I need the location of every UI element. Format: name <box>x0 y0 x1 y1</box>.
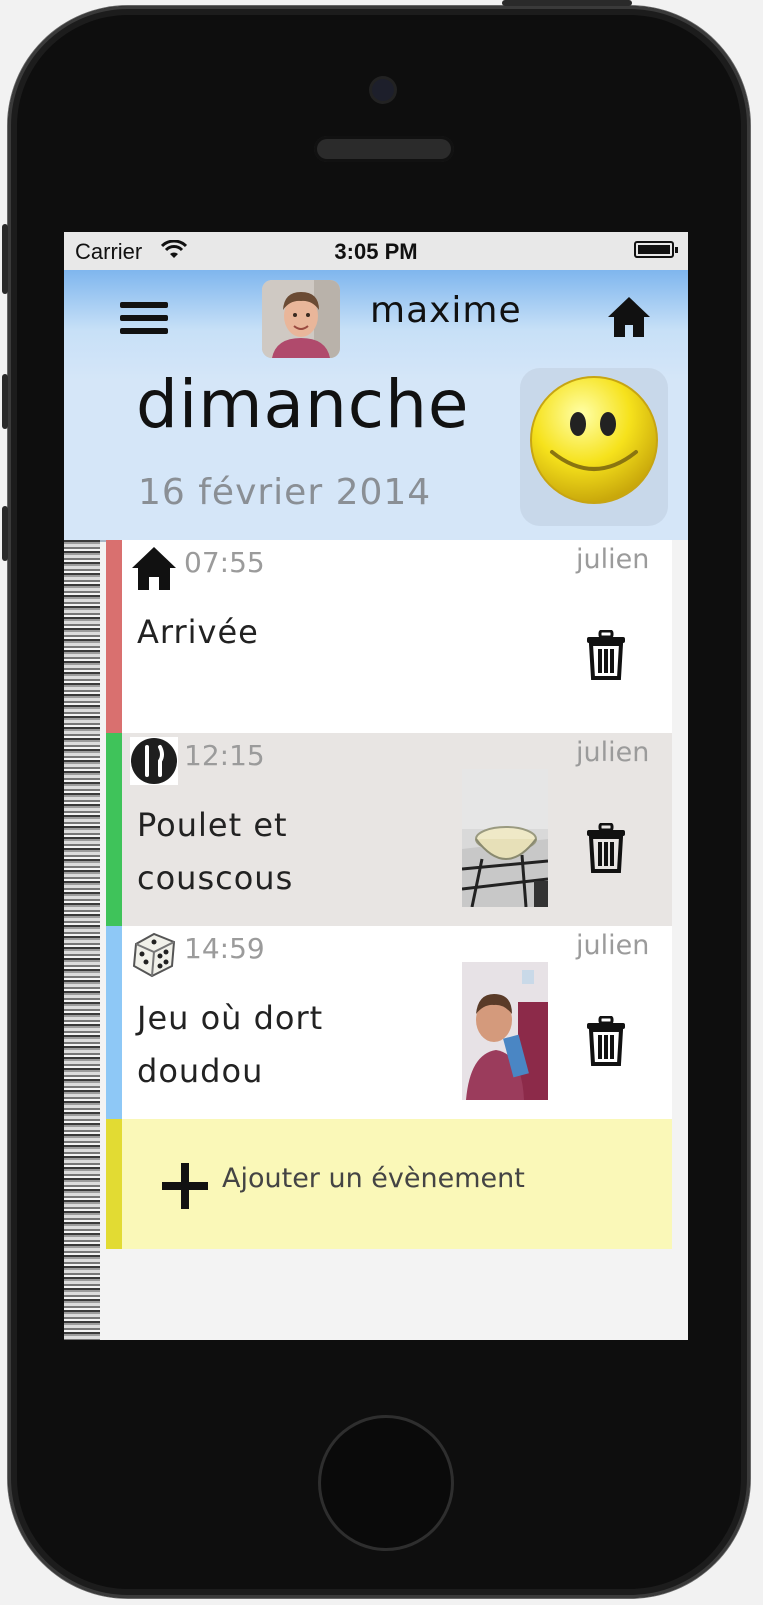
event-color-stripe <box>106 926 122 1119</box>
trash-icon[interactable] <box>586 630 626 680</box>
event-title: Arrivée <box>137 613 259 651</box>
home-button[interactable] <box>321 1418 451 1548</box>
event-time: 07:55 <box>184 546 265 579</box>
event-title: Poulet et couscous <box>137 806 294 897</box>
event-author: julien <box>576 737 650 768</box>
event-author: julien <box>576 544 650 575</box>
status-time: 3:05 PM <box>334 239 418 264</box>
notebook-spiral <box>64 540 104 1340</box>
event-row[interactable]: 07:55 julien Arrivée <box>106 540 672 733</box>
event-time: 14:59 <box>184 932 265 965</box>
event-author: julien <box>576 930 650 961</box>
volume-down-button <box>2 506 8 561</box>
add-event-label: Ajouter un évènement <box>222 1163 525 1194</box>
event-row[interactable]: 12:15 julien Poulet et couscous <box>106 733 672 926</box>
add-event-button[interactable]: Ajouter un évènement <box>106 1119 672 1249</box>
event-time: 12:15 <box>184 739 265 772</box>
mute-switch <box>2 224 8 294</box>
avatar[interactable] <box>262 280 340 358</box>
trash-icon[interactable] <box>586 1016 626 1066</box>
earpiece-speaker <box>314 136 454 162</box>
smiley-icon <box>530 376 658 504</box>
battery-icon <box>634 241 678 258</box>
mood-button[interactable] <box>520 368 668 526</box>
header: maxime dimanche 16 février 2014 <box>64 270 688 542</box>
event-row[interactable]: 14:59 julien Jeu où dort doudou <box>106 926 672 1119</box>
event-list: 07:55 julien Arrivée 12:15 julien Poulet… <box>106 540 672 1249</box>
home-icon[interactable] <box>607 295 651 339</box>
day-name: dimanche <box>136 366 470 443</box>
volume-up-button <box>2 374 8 429</box>
fork-knife-icon <box>130 737 178 785</box>
app-screen: Carrier 3:05 PM maxime dimanche 16 févri… <box>64 232 688 1340</box>
front-camera <box>372 79 394 101</box>
event-color-stripe <box>106 733 122 926</box>
user-name: maxime <box>370 290 522 331</box>
event-photo[interactable] <box>462 769 548 907</box>
add-event-stripe <box>106 1119 122 1249</box>
plus-icon <box>162 1163 208 1209</box>
event-photo[interactable] <box>462 962 548 1100</box>
event-color-stripe <box>106 540 122 733</box>
event-title: Jeu où dort doudou <box>137 999 324 1090</box>
status-bar: Carrier 3:05 PM <box>64 232 688 270</box>
power-button <box>502 0 632 6</box>
menu-icon[interactable] <box>120 302 168 340</box>
dice-icon <box>132 932 176 978</box>
date-label: 16 février 2014 <box>138 472 432 513</box>
trash-icon[interactable] <box>586 823 626 873</box>
house-icon <box>132 547 176 590</box>
